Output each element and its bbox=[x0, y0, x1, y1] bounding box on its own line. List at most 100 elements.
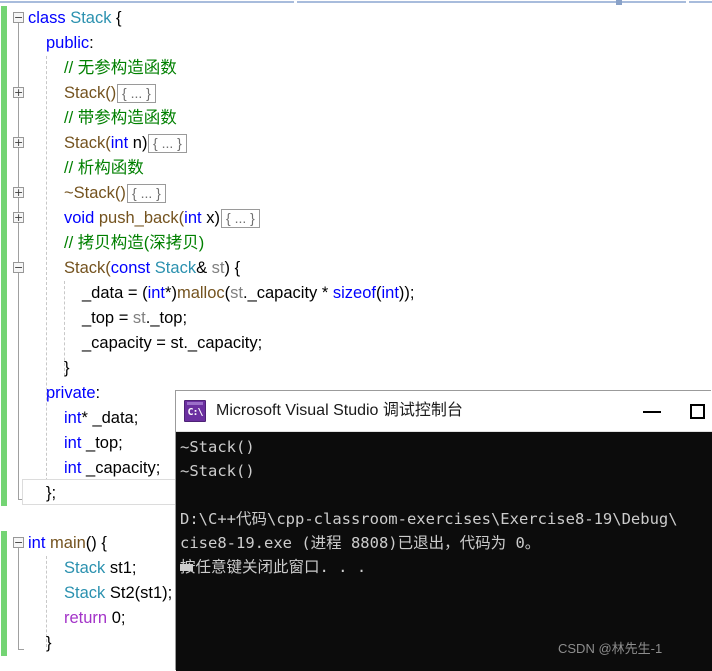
code-line: int* _data; bbox=[64, 406, 138, 431]
maximize-button[interactable] bbox=[676, 391, 712, 431]
code-line: private: bbox=[46, 381, 100, 406]
code-line: return 0; bbox=[64, 606, 125, 631]
code-token: int bbox=[110, 134, 129, 152]
code-token: n) bbox=[128, 134, 148, 152]
code-line: } bbox=[46, 631, 52, 656]
code-token: Stack bbox=[64, 584, 106, 602]
code-token: malloc bbox=[176, 284, 225, 302]
code-token: int bbox=[64, 459, 82, 477]
code-line: int _top; bbox=[64, 431, 123, 456]
fold-collapse-icon[interactable]: − bbox=[13, 262, 24, 273]
code-token: *) bbox=[165, 284, 177, 302]
change-bar bbox=[1, 531, 7, 656]
code-line: public: bbox=[46, 31, 94, 56]
code-token: _capacity = st._capacity; bbox=[82, 334, 263, 352]
code-token: ._top; bbox=[145, 309, 188, 327]
code-line: Stack(const Stack& st) { bbox=[64, 256, 240, 281]
code-token: 0; bbox=[107, 609, 126, 627]
code-token: : bbox=[95, 384, 101, 402]
code-token: int bbox=[184, 209, 202, 227]
code-token: )); bbox=[398, 284, 415, 302]
code-token: } bbox=[46, 634, 52, 652]
code-token: Stack bbox=[154, 259, 197, 277]
code-line: } bbox=[64, 356, 70, 381]
console-caret bbox=[180, 564, 193, 571]
code-line: Stack(int n) bbox=[64, 131, 147, 156]
code-token: // 拷贝构造(深拷贝) bbox=[64, 234, 205, 252]
code-token: // 析构函数 bbox=[64, 159, 144, 177]
code-line: Stack St2(st1); bbox=[64, 581, 172, 606]
code-token: int bbox=[28, 534, 46, 552]
fold-expand-icon[interactable]: + bbox=[13, 212, 24, 223]
minimize-icon bbox=[643, 411, 661, 413]
code-line: class Stack { bbox=[28, 6, 122, 31]
code-token: * _data; bbox=[81, 409, 139, 427]
code-line: _top = st._top; bbox=[82, 306, 187, 331]
minimize-button[interactable] bbox=[630, 391, 676, 431]
code-token: int bbox=[147, 284, 166, 302]
code-line: _data = (int*)malloc(st._capacity * size… bbox=[82, 281, 415, 306]
code-line: _capacity = st._capacity; bbox=[82, 331, 262, 356]
debug-console-window[interactable]: C:\ Microsoft Visual Studio 调试控制台 ~Stack… bbox=[176, 391, 712, 671]
code-line: int main() { bbox=[28, 531, 107, 556]
csdn-watermark: CSDN @林先生-1 bbox=[558, 641, 663, 656]
fold-expand-icon[interactable]: + bbox=[13, 187, 24, 198]
code-token: ) { bbox=[224, 259, 241, 277]
code-line: int _capacity; bbox=[64, 456, 160, 481]
code-token: & bbox=[196, 259, 212, 277]
code-token: _capacity; bbox=[81, 459, 161, 477]
fold-expand-icon[interactable]: + bbox=[13, 137, 24, 148]
icon-prompt-glyph: C:\ bbox=[187, 407, 203, 418]
code-token: int bbox=[64, 409, 82, 427]
code-token: _top = bbox=[82, 309, 133, 327]
code-line: Stack st1; bbox=[64, 556, 136, 581]
code-token: St2(st1); bbox=[105, 584, 173, 602]
code-line: // 无参构造函数 bbox=[64, 56, 177, 81]
console-title-bar[interactable]: C:\ Microsoft Visual Studio 调试控制台 bbox=[176, 391, 712, 432]
code-token: sizeof bbox=[332, 284, 376, 302]
code-token: { bbox=[111, 9, 122, 27]
code-token: return bbox=[64, 609, 108, 627]
outline-bracket-main-foot bbox=[18, 649, 24, 650]
code-token: push_back( bbox=[94, 209, 185, 227]
collapsed-block[interactable]: { ... } bbox=[148, 134, 187, 153]
code-token: Stack() bbox=[64, 84, 117, 102]
code-token: _top; bbox=[81, 434, 123, 452]
console-output: ~Stack() ~Stack() D:\C++代码\cpp-classroom… bbox=[176, 432, 712, 671]
collapsed-block[interactable]: { ... } bbox=[117, 84, 156, 103]
collapsed-block[interactable]: { ... } bbox=[221, 209, 260, 228]
code-token: st1; bbox=[105, 559, 137, 577]
collapsed-block[interactable]: { ... } bbox=[127, 184, 166, 203]
code-token: public bbox=[46, 34, 90, 52]
code-token: class bbox=[28, 9, 71, 27]
code-line: // 拷贝构造(深拷贝) bbox=[64, 231, 204, 256]
code-line: ~Stack() bbox=[64, 181, 126, 206]
code-token: : bbox=[89, 34, 94, 52]
code-token: private bbox=[46, 384, 96, 402]
code-token: main bbox=[50, 534, 86, 552]
splitter-rule bbox=[0, 1, 712, 3]
fold-expand-icon[interactable]: + bbox=[13, 87, 24, 98]
code-token: // 无参构造函数 bbox=[64, 59, 177, 77]
code-line: Stack() bbox=[64, 81, 116, 106]
indent-guide-class-body bbox=[46, 56, 47, 501]
code-token: int bbox=[381, 284, 399, 302]
console-app-icon: C:\ bbox=[184, 400, 206, 422]
code-token: Stack bbox=[70, 9, 112, 27]
fold-collapse-icon[interactable]: − bbox=[13, 537, 24, 548]
code-token: st bbox=[132, 309, 146, 327]
code-token: }; bbox=[46, 484, 57, 502]
code-line: void push_back(int x) bbox=[64, 206, 220, 231]
code-token: } bbox=[64, 359, 70, 377]
code-token: ~Stack() bbox=[64, 184, 126, 202]
code-token: Stack( bbox=[64, 259, 111, 277]
code-token: ._capacity * bbox=[242, 284, 333, 302]
fold-collapse-icon[interactable]: − bbox=[13, 12, 24, 23]
code-token: () { bbox=[85, 534, 107, 552]
code-token: // 带参构造函数 bbox=[64, 109, 177, 127]
code-token: st bbox=[211, 259, 225, 277]
console-window-title: Microsoft Visual Studio 调试控制台 bbox=[216, 402, 463, 419]
outline-bracket-main bbox=[18, 547, 19, 649]
code-token: Stack bbox=[64, 559, 106, 577]
code-token: st bbox=[230, 284, 243, 302]
